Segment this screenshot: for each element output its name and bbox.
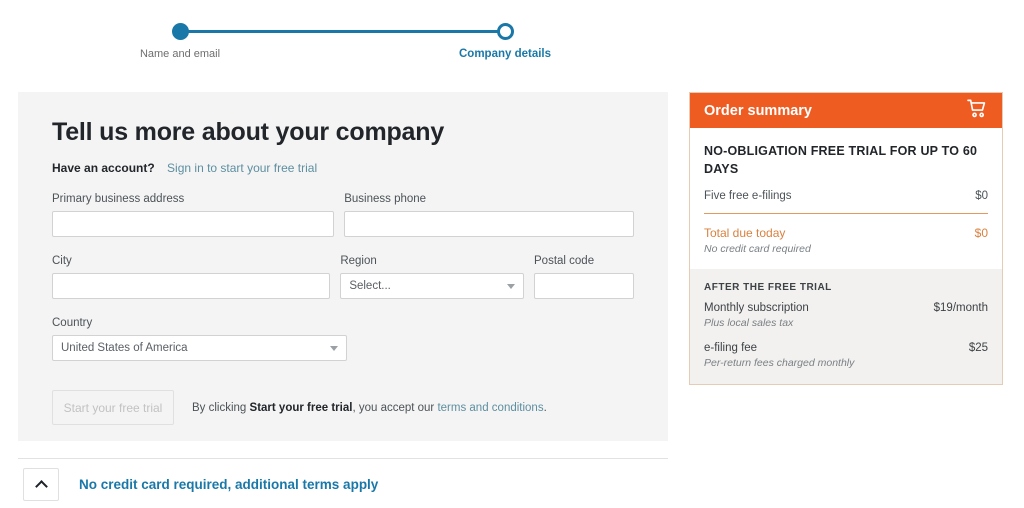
total-due-today-price: $0	[974, 226, 988, 241]
after-item-price: $19/month	[933, 302, 988, 315]
form-submit-row: Start your free trial By clicking Start …	[52, 390, 634, 425]
accordion-label[interactable]: No credit card required, additional term…	[79, 477, 378, 492]
terms-middle: , you accept our	[352, 401, 438, 414]
after-item-row: Monthly subscription $19/month	[704, 302, 988, 314]
terms-suffix: .	[543, 401, 547, 414]
terms-acceptance-text: By clicking Start your free trial, you a…	[192, 402, 547, 414]
additional-terms-accordion: No credit card required, additional term…	[23, 468, 378, 501]
postal-input[interactable]	[534, 273, 634, 299]
region-label: Region	[340, 255, 377, 267]
country-select[interactable]: United States of America	[52, 335, 347, 361]
shopping-cart-icon	[967, 99, 988, 123]
stepper-step-name-and-email[interactable]: Name and email	[120, 18, 240, 60]
order-summary-title: Order summary	[704, 102, 812, 119]
field-business-phone: Business phone	[344, 193, 634, 237]
after-item-row: e-filing fee $25	[704, 342, 988, 354]
after-item-label: Monthly subscription	[704, 302, 809, 315]
country-label: Country	[52, 317, 93, 329]
promo-item-price: $0	[975, 190, 988, 203]
after-item-price: $25	[968, 342, 988, 355]
terms-and-conditions-link[interactable]: terms and conditions	[437, 402, 543, 414]
chevron-up-icon	[34, 479, 48, 493]
promo-item-label: Five free e-filings	[704, 190, 792, 203]
after-item-note: Plus local sales tax	[704, 317, 794, 330]
chevron-down-icon	[507, 283, 515, 289]
field-region: Region Select...	[340, 255, 524, 299]
terms-bold: Start your free trial	[249, 401, 353, 414]
step-dot-current-icon	[496, 23, 514, 40]
progress-stepper: Name and email Company details	[140, 18, 560, 68]
postal-label: Postal code	[534, 255, 595, 267]
city-input[interactable]	[52, 273, 331, 299]
after-free-trial-section: AFTER THE FREE TRIAL Monthly subscriptio…	[690, 269, 1002, 385]
terms-prefix: By clicking	[192, 401, 250, 414]
step-dot-completed-icon	[171, 23, 189, 40]
city-label: City	[52, 255, 72, 267]
start-free-trial-button[interactable]: Start your free trial	[52, 390, 174, 425]
after-item-note: Per-return fees charged monthly	[704, 357, 855, 370]
phone-input[interactable]	[344, 211, 634, 237]
after-free-trial-title: AFTER THE FREE TRIAL	[704, 282, 832, 294]
order-summary-body: NO-OBLIGATION FREE TRIAL FOR UP TO 60 DA…	[690, 128, 1002, 385]
after-item-label: e-filing fee	[704, 342, 758, 355]
promo-line-item: Five free e-filings $0	[704, 190, 988, 202]
address-label: Primary business address	[52, 193, 185, 205]
field-city: City	[52, 255, 331, 299]
field-primary-business-address: Primary business address	[52, 193, 335, 237]
order-summary-panel: Order summary NO-OBLIGATION FREE TRIAL F…	[689, 92, 1003, 386]
form-row-city-region-postal: City Region Select... Postal code	[52, 255, 634, 299]
order-divider	[704, 213, 988, 215]
section-divider	[18, 458, 668, 459]
address-input[interactable]	[52, 211, 335, 237]
field-postal-code: Postal code	[534, 255, 634, 299]
chevron-down-icon	[330, 345, 338, 351]
stepper-step-company-details[interactable]: Company details	[445, 18, 565, 60]
promo-title: NO-OBLIGATION FREE TRIAL FOR UP TO 60 DA…	[704, 144, 978, 177]
accordion-toggle-button[interactable]	[23, 468, 59, 501]
total-due-today-row: Total due today $0	[704, 226, 988, 240]
form-row-address: Primary business address Business phone	[52, 193, 634, 237]
stepper-step-2-label: Company details	[458, 48, 552, 60]
page-title: Tell us more about your company	[52, 118, 445, 146]
phone-label: Business phone	[344, 193, 427, 205]
existing-account-row: Have an account? Sign in to start your f…	[52, 161, 634, 175]
sign-in-link[interactable]: Sign in to start your free trial	[167, 161, 317, 175]
company-details-form-panel: Tell us more about your company Have an …	[18, 92, 668, 441]
have-account-label: Have an account?	[52, 161, 155, 175]
field-country: Country United States of America	[52, 317, 347, 361]
region-select[interactable]: Select...	[340, 273, 524, 299]
country-select-value: United States of America	[61, 342, 188, 354]
order-summary-header: Order summary	[690, 93, 1002, 128]
stepper-step-1-label: Name and email	[139, 48, 221, 60]
region-select-value: Select...	[349, 280, 391, 292]
total-due-today-label: Total due today	[704, 226, 786, 241]
form-row-country: Country United States of America	[52, 317, 634, 361]
signup-page: Name and email Company details Tell us m…	[0, 0, 1024, 508]
total-due-today-note: No credit card required	[704, 243, 811, 256]
